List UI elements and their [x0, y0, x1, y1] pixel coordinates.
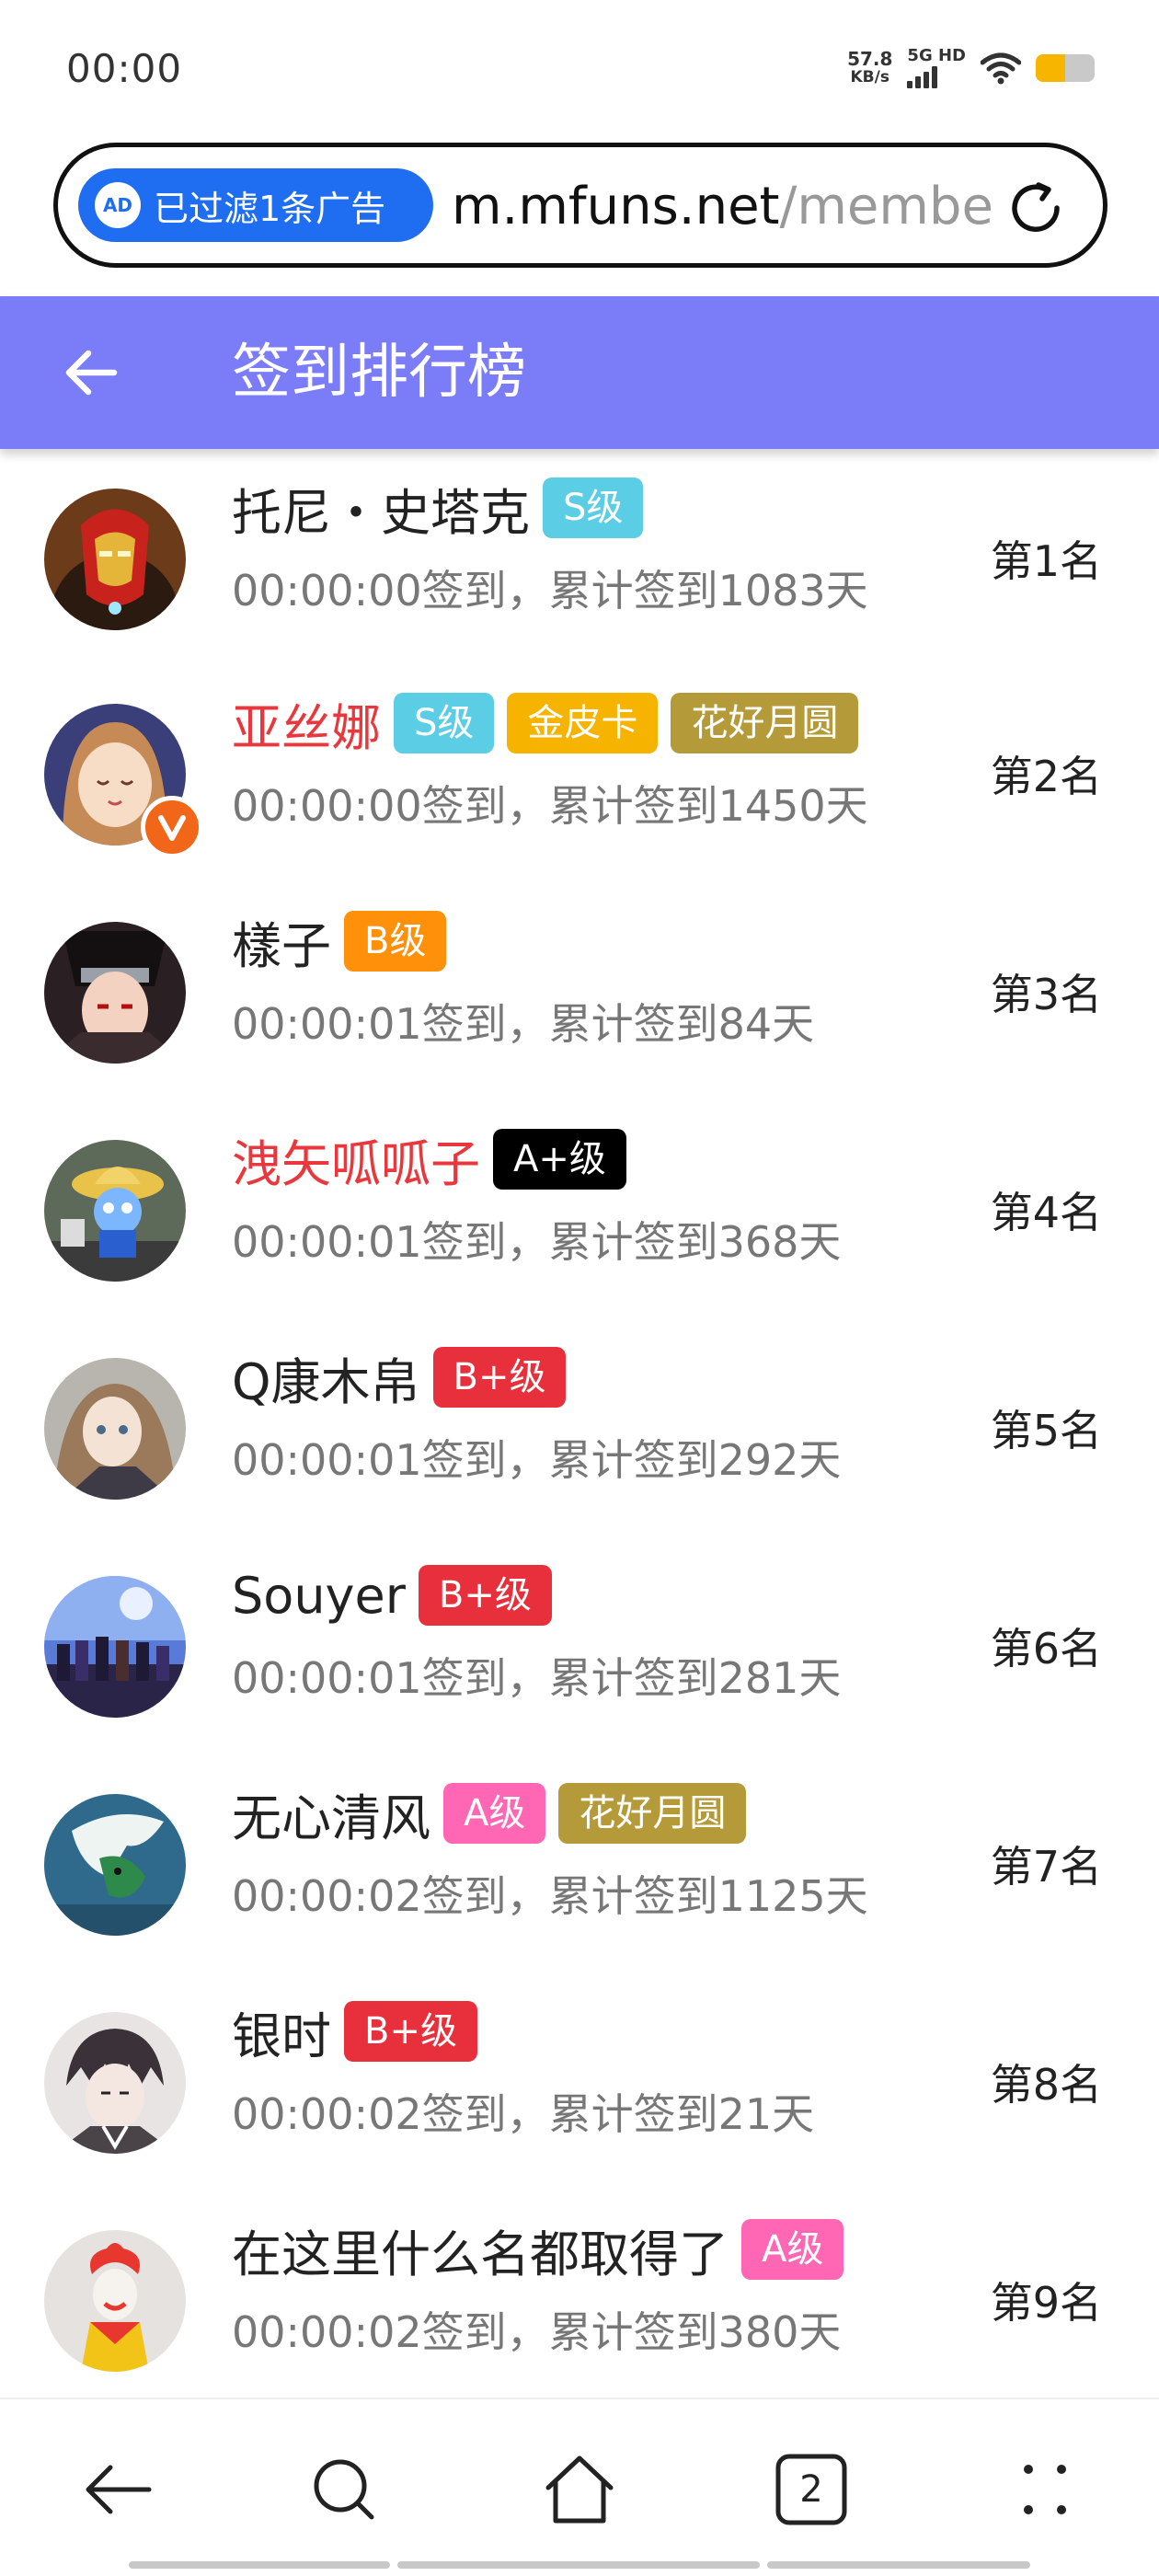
level-badge: S级	[543, 477, 644, 538]
ranking-row[interactable]: 洩矢呱呱子 A+级 00:00:01签到，累计签到368天 第4名	[0, 1100, 1159, 1318]
ad-filter-badge[interactable]: AD 已过滤1条广告	[78, 168, 433, 242]
tab-count: 2	[799, 2468, 823, 2511]
tabs-icon[interactable]: 2	[773, 2451, 850, 2528]
status-bar: 00:00 57.8 KB/s 5G HD	[0, 0, 1159, 138]
name-line: 樣子 B级	[232, 908, 447, 975]
user-name[interactable]: 在这里什么名都取得了	[232, 2214, 729, 2286]
level-badge: B+级	[432, 1347, 567, 1408]
rank-label: 第9名	[990, 2278, 1102, 2328]
reload-icon[interactable]	[1005, 178, 1066, 238]
user-name[interactable]: Q康木帛	[232, 1341, 420, 1414]
avatar[interactable]	[44, 1576, 186, 1718]
name-line: 银时 B+级	[232, 1998, 477, 2065]
avatar[interactable]	[44, 2230, 186, 2372]
event-badge: 花好月圆	[671, 693, 859, 753]
home-icon[interactable]	[541, 2451, 618, 2528]
name-line: 亚丝娜 S级 金皮卡 花好月圆	[232, 690, 859, 757]
level-badge: A+级	[493, 1129, 626, 1190]
level-badge: A级	[443, 1783, 546, 1844]
verified-badge-icon	[141, 796, 203, 858]
network-speed: 57.8 KB/s	[847, 48, 893, 86]
ad-filter-label: 已过滤1条广告	[154, 188, 386, 229]
ranking-row[interactable]: Q康木帛 B+级 00:00:01签到，累计签到292天 第5名	[0, 1318, 1159, 1536]
menu-icon[interactable]	[1006, 2451, 1084, 2528]
avatar[interactable]	[44, 2012, 186, 2154]
level-badge: A级	[741, 2219, 844, 2280]
battery-icon	[1036, 54, 1095, 82]
user-name[interactable]: 亚丝娜	[232, 687, 381, 760]
rank-label: 第7名	[990, 1842, 1102, 1892]
back-icon[interactable]	[79, 2451, 156, 2528]
name-line: 洩矢呱呱子 A+级	[232, 1126, 626, 1193]
ranking-row[interactable]: 亚丝娜 S级 金皮卡 花好月圆 00:00:00签到，累计签到1450天 第2名	[0, 664, 1159, 882]
avatar[interactable]	[44, 489, 186, 630]
user-name[interactable]: 樣子	[232, 905, 331, 978]
avatar[interactable]	[44, 1794, 186, 1936]
checkin-info: 00:00:02签到，累计签到380天	[232, 2307, 842, 2357]
avatar[interactable]	[44, 1140, 186, 1282]
name-line: 无心清风 A级 花好月圆	[232, 1780, 747, 1847]
user-name[interactable]: 无心清风	[232, 1777, 430, 1850]
level-badge: S级	[394, 693, 495, 753]
url-path: /membe	[779, 177, 993, 236]
avatar[interactable]	[44, 922, 186, 1064]
checkin-info: 00:00:01签到，累计签到84天	[232, 999, 815, 1049]
app-header: 签到排行榜	[0, 296, 1159, 449]
search-icon[interactable]	[305, 2451, 383, 2528]
level-badge: B级	[344, 911, 447, 972]
status-time: 00:00	[66, 46, 183, 91]
user-name[interactable]: 托尼・史塔克	[232, 472, 530, 545]
name-line: 托尼・史塔克 S级	[232, 475, 644, 542]
gold-card-badge: 金皮卡	[507, 693, 659, 753]
name-line: Souyer B+级	[232, 1562, 552, 1628]
browser-bottom-nav: 2	[0, 2398, 1159, 2576]
gesture-bar	[0, 2561, 1159, 2570]
ranking-row[interactable]: 樣子 B级 00:00:01签到，累计签到84天 第3名	[0, 882, 1159, 1100]
avatar[interactable]	[44, 1358, 186, 1500]
ranking-row[interactable]: Souyer B+级 00:00:01签到，累计签到281天 第6名	[0, 1536, 1159, 1754]
url-text[interactable]: m.mfuns.net/membe	[452, 175, 1013, 239]
rank-label: 第5名	[990, 1406, 1102, 1455]
ad-block-icon: AD	[95, 182, 141, 228]
url-host: m.mfuns.net	[452, 177, 780, 236]
user-name[interactable]: 银时	[232, 1995, 331, 2068]
address-bar[interactable]: AD 已过滤1条广告 m.mfuns.net/membe	[53, 143, 1107, 268]
checkin-info: 00:00:00签到，累计签到1450天	[232, 781, 868, 831]
checkin-info: 00:00:00签到，累计签到1083天	[232, 566, 868, 615]
page-title: 签到排行榜	[232, 339, 526, 407]
back-arrow-icon[interactable]	[61, 342, 121, 403]
rank-label: 第4名	[990, 1188, 1102, 1237]
name-line: Q康木帛 B+级	[232, 1344, 567, 1411]
checkin-info: 00:00:02签到，累计签到21天	[232, 2089, 815, 2139]
event-badge: 花好月圆	[558, 1783, 747, 1844]
rank-label: 第6名	[990, 1624, 1102, 1673]
level-badge: B+级	[418, 1565, 552, 1626]
ranking-list: 托尼・史塔克 S级 00:00:00签到，累计签到1083天 第1名 亚丝娜 S…	[0, 449, 1159, 2398]
level-badge: B+级	[344, 2001, 477, 2062]
rank-label: 第8名	[990, 2060, 1102, 2110]
signal-icon: 5G HD	[907, 48, 966, 88]
name-line: 在这里什么名都取得了 A级	[232, 2214, 844, 2286]
user-name[interactable]: 洩矢呱呱子	[232, 1123, 480, 1196]
rank-label: 第3名	[990, 970, 1102, 1019]
ranking-row[interactable]: 在这里什么名都取得了 A级 00:00:02签到，累计签到380天 第9名	[0, 2191, 1159, 2398]
ranking-row[interactable]: 银时 B+级 00:00:02签到，累计签到21天 第8名	[0, 1972, 1159, 2191]
ranking-row[interactable]: 托尼・史塔克 S级 00:00:00签到，累计签到1083天 第1名	[0, 449, 1159, 664]
rank-label: 第2名	[990, 752, 1102, 801]
status-icons: 57.8 KB/s 5G HD	[847, 48, 1095, 88]
checkin-info: 00:00:01签到，累计签到292天	[232, 1435, 842, 1485]
checkin-info: 00:00:02签到，累计签到1125天	[232, 1871, 868, 1921]
checkin-info: 00:00:01签到，累计签到281天	[232, 1653, 842, 1703]
rank-label: 第1名	[990, 536, 1102, 586]
ranking-row[interactable]: 无心清风 A级 花好月圆 00:00:02签到，累计签到1125天 第7名	[0, 1754, 1159, 1972]
checkin-info: 00:00:01签到，累计签到368天	[232, 1217, 842, 1267]
wifi-icon	[981, 52, 1021, 85]
user-name[interactable]: Souyer	[232, 1567, 406, 1625]
